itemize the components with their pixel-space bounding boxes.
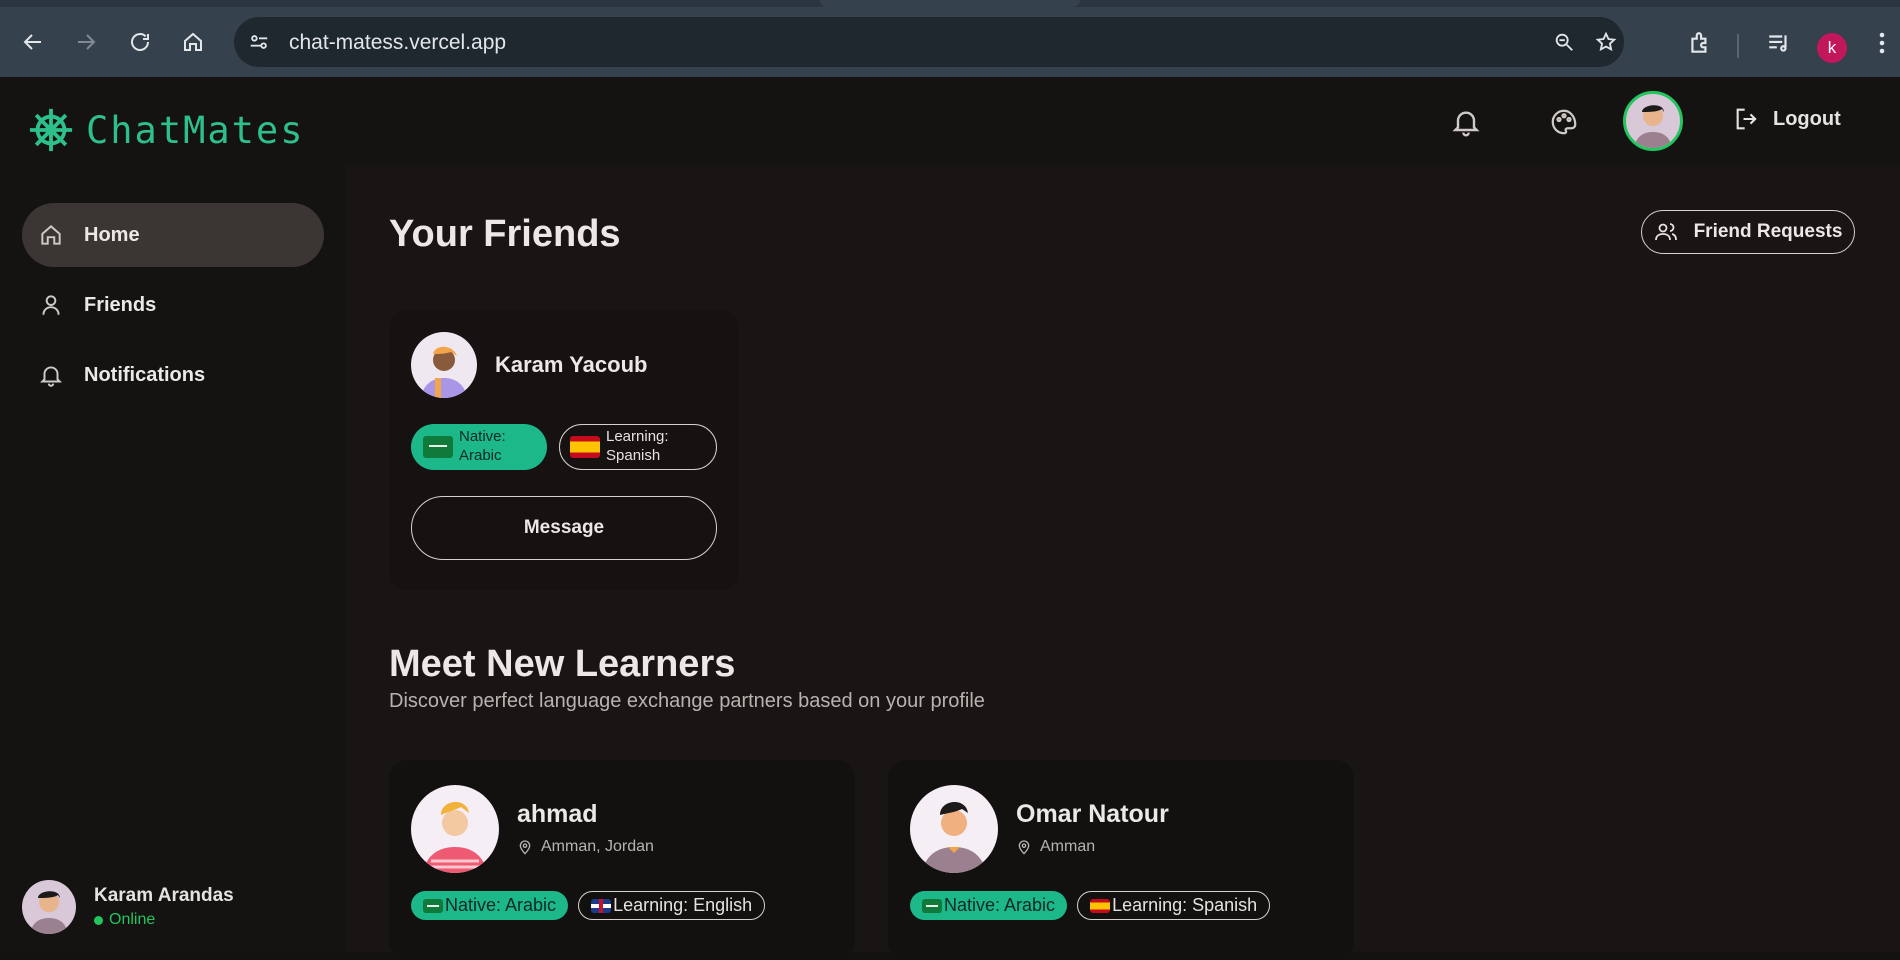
- sidebar-item-label: Friends: [84, 293, 157, 316]
- sidebar-item-home[interactable]: Home: [22, 203, 324, 267]
- logo-text: ChatMates: [86, 108, 305, 152]
- friends-section-title: Your Friends: [389, 213, 621, 255]
- message-button[interactable]: Message: [411, 496, 717, 560]
- logout-button[interactable]: Logout: [1733, 105, 1841, 133]
- extensions-icon[interactable]: [1686, 29, 1714, 57]
- learning-language-tag: Learning: Spanish: [559, 424, 717, 470]
- logout-label: Logout: [1773, 107, 1841, 130]
- reload-icon[interactable]: [125, 27, 155, 57]
- saudi-flag-icon: [423, 898, 443, 913]
- bookmark-star-icon[interactable]: [1593, 29, 1619, 55]
- sidebar-item-label: Notifications: [84, 363, 206, 386]
- active-tab-edge[interactable]: [820, 0, 1080, 7]
- native-language: Arabic: [459, 447, 502, 464]
- native-language-tag: Native: Arabic: [411, 424, 547, 470]
- learning-language-tag: Learning: English: [578, 891, 766, 920]
- logout-icon: [1736, 108, 1757, 130]
- native-language-tag: Native: Arabic: [411, 891, 569, 920]
- learners-section-title: Meet New Learners: [389, 643, 736, 685]
- friend-avatar: [411, 332, 477, 398]
- learner-language-tags: Native: Arabic Learning: Spanish: [910, 891, 1271, 920]
- online-status: Online: [94, 911, 234, 929]
- user-icon: [42, 295, 60, 315]
- friend-requests-button[interactable]: Friend Requests: [1641, 210, 1855, 254]
- sidebar: Home Friends Notifications Karam Arandas…: [0, 165, 345, 952]
- sidebar-item-friends[interactable]: Friends: [22, 273, 324, 337]
- online-dot-icon: [94, 915, 103, 925]
- learning-language: Learning: Spanish: [1112, 895, 1258, 915]
- learner-name: ahmad: [517, 800, 598, 828]
- bell-icon: [39, 366, 63, 387]
- native-label: Native:: [459, 428, 506, 446]
- saudi-flag-icon: [922, 898, 942, 913]
- learner-avatar: [910, 785, 998, 873]
- learner-card: ahmad Amman, Jordan Native: Arabic Learn…: [389, 760, 855, 960]
- app-header: ChatMates Logout: [0, 77, 1900, 165]
- location-text: Amman, Jordan: [541, 838, 654, 855]
- learning-language: Spanish: [606, 447, 661, 464]
- avatar: [22, 880, 76, 934]
- theme-palette-icon[interactable]: [1547, 105, 1581, 139]
- sidebar-user-name: Karam Arandas: [94, 885, 234, 906]
- sidebar-user-profile[interactable]: Karam Arandas Online: [22, 880, 234, 934]
- uk-flag-icon: [591, 898, 612, 913]
- home-icon: [41, 225, 61, 245]
- app-logo[interactable]: ChatMates: [28, 107, 304, 153]
- sidebar-item-notifications[interactable]: Notifications: [22, 343, 324, 407]
- browser-profile-avatar[interactable]: k: [1817, 33, 1847, 63]
- ship-wheel-icon: [29, 108, 73, 152]
- url-text[interactable]: chat-matess.vercel.app: [289, 31, 506, 55]
- user-avatar[interactable]: [1623, 91, 1683, 151]
- browser-toolbar: chat-matess.vercel.app k: [0, 7, 1900, 77]
- location-pin-icon: [1018, 840, 1030, 855]
- friend-name: Karam Yacoub: [495, 352, 648, 377]
- saudi-flag-icon: [423, 436, 453, 458]
- forward-icon[interactable]: [71, 27, 101, 57]
- browser-tabstrip: [0, 0, 1900, 7]
- back-icon[interactable]: [18, 27, 48, 57]
- learning-language: Learning: English: [613, 895, 753, 915]
- status-text: Online: [109, 911, 156, 928]
- learning-language-tag: Learning: Spanish: [1077, 891, 1271, 920]
- learning-label: Learning:: [606, 428, 669, 446]
- learner-location: Amman: [1016, 838, 1095, 856]
- browser-menu-icon[interactable]: [1872, 29, 1892, 57]
- spain-flag-icon: [570, 436, 600, 458]
- learner-name: Omar Natour: [1016, 800, 1169, 828]
- toolbar-divider: [1737, 34, 1739, 58]
- friend-card: Karam Yacoub Native: Arabic Learning: Span…: [389, 310, 739, 590]
- site-settings-icon[interactable]: [246, 29, 272, 55]
- media-control-icon[interactable]: [1765, 29, 1793, 57]
- native-language: Native: Arabic: [944, 895, 1056, 915]
- learners-subtitle: Discover perfect language exchange partn…: [389, 690, 985, 712]
- native-language: Native: Arabic: [445, 895, 557, 915]
- learner-language-tags: Native: Arabic Learning: English: [411, 891, 766, 920]
- zoom-icon[interactable]: [1551, 29, 1577, 55]
- spain-flag-icon: [1090, 898, 1111, 913]
- location-text: Amman: [1040, 838, 1096, 855]
- home-browser-icon[interactable]: [178, 27, 208, 57]
- main-content: Your Friends Friend Requests Karam Yacou…: [345, 165, 1900, 960]
- learner-card: Omar Natour Amman Native: Arabic Learnin…: [888, 760, 1354, 960]
- learner-location: Amman, Jordan: [517, 838, 654, 856]
- address-bar[interactable]: chat-matess.vercel.app: [234, 17, 1624, 67]
- learner-avatar: [411, 785, 499, 873]
- native-language-tag: Native: Arabic: [910, 891, 1068, 920]
- users-icon: [1654, 223, 1677, 241]
- location-pin-icon: [519, 840, 531, 855]
- friend-requests-label: Friend Requests: [1693, 221, 1843, 242]
- notifications-bell-icon[interactable]: [1449, 105, 1483, 139]
- sidebar-item-label: Home: [84, 223, 140, 246]
